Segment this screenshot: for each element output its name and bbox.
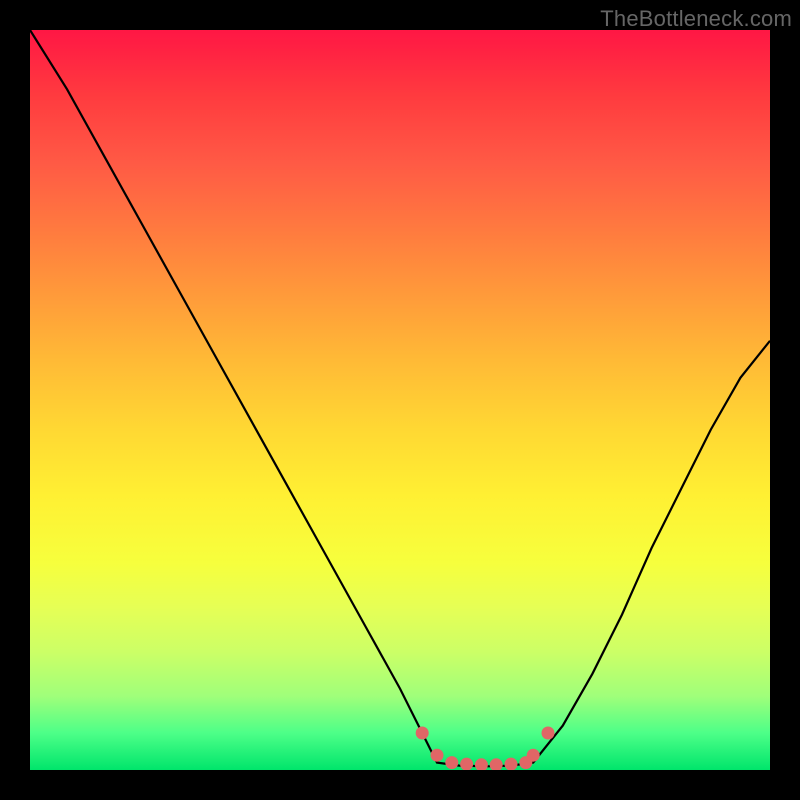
marker-dot — [490, 758, 503, 770]
marker-dot — [527, 749, 540, 762]
marker-dot — [505, 758, 518, 770]
chart-container: TheBottleneck.com — [0, 0, 800, 800]
plot-area — [30, 30, 770, 770]
curve-svg — [30, 30, 770, 770]
marker-dot — [460, 758, 473, 770]
marker-dot — [475, 758, 488, 770]
marker-dot — [416, 727, 429, 740]
marker-dot — [445, 756, 458, 769]
marker-dot — [431, 749, 444, 762]
watermark-text: TheBottleneck.com — [600, 6, 792, 32]
main-curve — [30, 30, 770, 766]
marker-dot — [542, 727, 555, 740]
